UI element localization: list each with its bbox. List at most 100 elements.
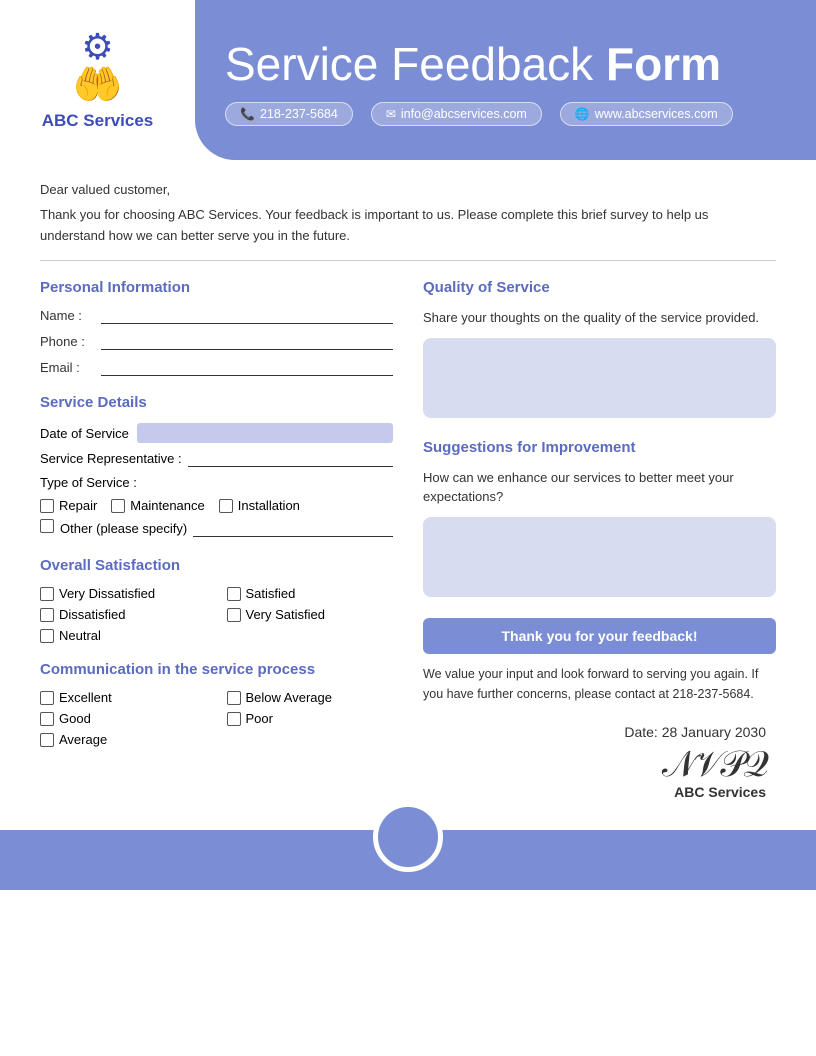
phone-number: 218-237-5684	[260, 107, 338, 121]
quality-textarea[interactable]	[423, 338, 776, 418]
name-field-row: Name :	[40, 308, 393, 324]
date-field[interactable]	[137, 423, 393, 443]
communication-grid: Excellent Below Average Good Poor	[40, 690, 393, 747]
very-dissatisfied-item: Very Dissatisfied	[40, 586, 207, 601]
average-item: Average	[40, 732, 207, 747]
very-satisfied-checkbox[interactable]	[227, 608, 241, 622]
signature-image: 𝒩𝒱𝒫𝒬	[423, 746, 766, 782]
intro-line1: Dear valued customer,	[40, 180, 776, 201]
suggestions-description: How can we enhance our services to bette…	[423, 468, 776, 507]
very-satisfied-label: Very Satisfied	[246, 607, 326, 622]
logo-icon: ⚙ 🤲	[73, 29, 123, 105]
installation-checkbox-item: Installation	[219, 498, 300, 513]
neutral-label: Neutral	[59, 628, 101, 643]
neutral-checkbox[interactable]	[40, 629, 54, 643]
good-label: Good	[59, 711, 91, 726]
installation-label: Installation	[238, 498, 300, 513]
very-dissatisfied-label: Very Dissatisfied	[59, 586, 155, 601]
dissatisfied-checkbox[interactable]	[40, 608, 54, 622]
communication-section: Communication in the service process Exc…	[40, 661, 393, 747]
other-checkbox[interactable]	[40, 519, 54, 533]
below-average-checkbox[interactable]	[227, 691, 241, 705]
repair-checkbox-item: Repair	[40, 498, 97, 513]
right-column: Quality of Service Share your thoughts o…	[423, 279, 776, 800]
main-content: Personal Information Name : Phone : Emai…	[40, 279, 776, 800]
signature-area: Date: 28 January 2030 𝒩𝒱𝒫𝒬 ABC Services	[423, 724, 776, 800]
header-right: Service Feedback Form 📞 218-237-5684 ✉ i…	[195, 0, 816, 160]
signature-date: Date: 28 January 2030	[423, 724, 766, 740]
type-label: Type of Service :	[40, 475, 393, 490]
email-label: Email :	[40, 360, 95, 375]
signature-name: ABC Services	[423, 784, 766, 800]
maintenance-checkbox[interactable]	[111, 499, 125, 513]
personal-info-section: Personal Information Name : Phone : Emai…	[40, 279, 393, 376]
other-label: Other (please specify)	[60, 521, 187, 536]
suggestions-textarea[interactable]	[423, 517, 776, 597]
title-bold: Form	[606, 38, 721, 90]
excellent-checkbox[interactable]	[40, 691, 54, 705]
below-average-label: Below Average	[246, 690, 333, 705]
email-field-row: Email :	[40, 360, 393, 376]
good-item: Good	[40, 711, 207, 726]
quality-section: Quality of Service Share your thoughts o…	[423, 279, 776, 423]
name-input[interactable]	[101, 308, 393, 324]
rep-input[interactable]	[188, 451, 393, 467]
quality-description: Share your thoughts on the quality of th…	[423, 308, 776, 328]
maintenance-checkbox-item: Maintenance	[111, 498, 204, 513]
phone-label: Phone :	[40, 334, 95, 349]
email-input[interactable]	[101, 360, 393, 376]
poor-label: Poor	[246, 711, 273, 726]
satisfaction-section: Overall Satisfaction Very Dissatisfied S…	[40, 557, 393, 643]
gear-icon: ⚙	[81, 29, 113, 65]
rep-row: Service Representative :	[40, 451, 393, 467]
satisfied-checkbox[interactable]	[227, 587, 241, 601]
intro-line2: Thank you for choosing ABC Services. You…	[40, 205, 776, 247]
phone-contact: 📞 218-237-5684	[225, 102, 353, 126]
phone-icon: 📞	[240, 107, 255, 121]
email-contact: ✉ info@abcservices.com	[371, 102, 542, 126]
satisfied-label: Satisfied	[246, 586, 296, 601]
quality-title: Quality of Service	[423, 279, 776, 296]
phone-field-row: Phone :	[40, 334, 393, 350]
repair-checkbox[interactable]	[40, 499, 54, 513]
dissatisfied-label: Dissatisfied	[59, 607, 125, 622]
neutral-item: Neutral	[40, 628, 207, 643]
logo-text: ABC Services	[42, 111, 154, 131]
maintenance-label: Maintenance	[130, 498, 204, 513]
satisfied-item: Satisfied	[227, 586, 394, 601]
communication-title: Communication in the service process	[40, 661, 393, 678]
rep-label: Service Representative :	[40, 451, 182, 466]
installation-checkbox[interactable]	[219, 499, 233, 513]
satisfaction-title: Overall Satisfaction	[40, 557, 393, 574]
name-label: Name :	[40, 308, 95, 323]
other-input[interactable]	[193, 521, 393, 537]
thank-you-text: We value your input and look forward to …	[423, 664, 776, 704]
very-satisfied-item: Very Satisfied	[227, 607, 394, 622]
footer	[0, 830, 816, 890]
average-checkbox[interactable]	[40, 733, 54, 747]
suggestions-title: Suggestions for Improvement	[423, 439, 776, 456]
date-label: Date of Service	[40, 426, 129, 441]
poor-checkbox[interactable]	[227, 712, 241, 726]
very-dissatisfied-checkbox[interactable]	[40, 587, 54, 601]
service-details-section: Service Details Date of Service Service …	[40, 394, 393, 537]
email-address: info@abcservices.com	[401, 107, 527, 121]
header-title: Service Feedback Form	[225, 39, 786, 90]
hand-icon: 🤲	[73, 65, 123, 105]
satisfaction-grid: Very Dissatisfied Satisfied Dissatisfied…	[40, 586, 393, 643]
repair-label: Repair	[59, 498, 97, 513]
intro-text: Dear valued customer, Thank you for choo…	[40, 180, 776, 246]
header: ⚙ 🤲 ABC Services Service Feedback Form 📞…	[0, 0, 816, 160]
date-row: Date of Service	[40, 423, 393, 443]
email-icon: ✉	[386, 107, 396, 121]
left-column: Personal Information Name : Phone : Emai…	[40, 279, 393, 800]
suggestions-section: Suggestions for Improvement How can we e…	[423, 439, 776, 602]
phone-input[interactable]	[101, 334, 393, 350]
website-contact: 🌐 www.abcservices.com	[560, 102, 733, 126]
website-url: www.abcservices.com	[595, 107, 718, 121]
service-type-row: Repair Maintenance Installation	[40, 498, 393, 513]
dissatisfied-item: Dissatisfied	[40, 607, 207, 622]
good-checkbox[interactable]	[40, 712, 54, 726]
below-average-item: Below Average	[227, 690, 394, 705]
other-row: Other (please specify)	[40, 519, 393, 537]
